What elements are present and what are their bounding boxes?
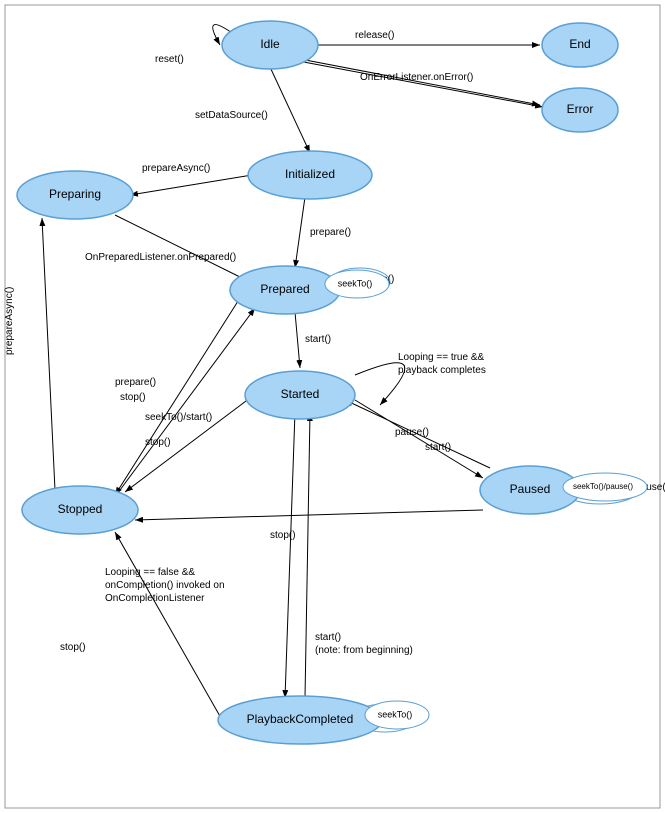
label-error: Error	[567, 102, 594, 116]
label-idle: Idle	[260, 37, 280, 51]
label-prepare-stopped: prepare()	[115, 377, 156, 388]
label-initialized: Initialized	[285, 167, 335, 181]
label-onprepared: OnPreparedListener.onPrepared()	[85, 252, 236, 263]
label-playback-completes: playback completes	[398, 365, 486, 376]
label-seekto-start: seekTo()/start()	[145, 412, 212, 423]
label-started: Started	[281, 387, 320, 401]
label-start1: start()	[305, 334, 331, 345]
label-seekto-self: seekTo()	[338, 278, 373, 288]
label-paused: Paused	[510, 482, 551, 496]
label-seekto-playback-self: seekTo()	[378, 709, 413, 719]
label-looping-false1: Looping == false &&	[105, 567, 195, 578]
label-looping-false2: onCompletion() invoked on	[105, 580, 225, 591]
label-prepareasync-stopped: prepareAsync()	[4, 287, 15, 355]
label-stop-playback: stop()	[60, 642, 86, 653]
label-pause: pause()	[395, 427, 429, 438]
label-end: End	[569, 37, 590, 51]
label-prepareasync1: prepareAsync()	[142, 163, 210, 174]
label-seekto-pause-self: seekTo()/pause()	[573, 482, 633, 491]
label-prepare1: prepare()	[310, 227, 351, 238]
label-setdatasource: setDataSource()	[195, 110, 268, 121]
label-stop-paused: stop()	[270, 530, 296, 541]
label-stop-prepared: stop()	[120, 392, 146, 403]
label-reset: reset()	[155, 54, 184, 65]
label-start-paused: start()	[425, 442, 451, 453]
label-looping-true: Looping == true &&	[398, 352, 485, 363]
label-preparing: Preparing	[49, 187, 101, 201]
state-diagram: release() OnErrorListener.onError() rese…	[0, 0, 665, 813]
label-onerror: OnErrorListener.onError()	[360, 72, 473, 83]
label-release: release()	[355, 30, 394, 41]
label-stopped: Stopped	[58, 502, 103, 516]
label-start-from-beginning1: start()	[315, 632, 341, 643]
label-prepared: Prepared	[260, 282, 309, 296]
label-start-from-beginning2: (note: from beginning)	[315, 645, 413, 656]
label-playbackcompleted: PlaybackCompleted	[247, 712, 354, 726]
